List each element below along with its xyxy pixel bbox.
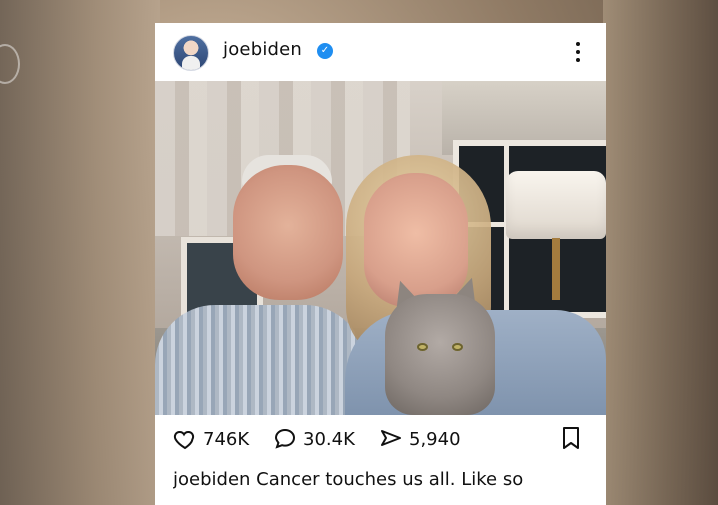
caption-text: Cancer touches us all. Like so [256,469,524,490]
bookmark-icon[interactable] [559,425,583,451]
right-background-panel [603,0,718,505]
comment-icon [274,428,296,449]
avatar[interactable] [173,35,209,71]
comments-count: 30.4K [303,428,355,450]
likes-count: 746K [203,428,250,450]
cat-eyes [417,343,463,355]
post-header: joebiden ✓ [155,23,606,81]
post-caption: joebiden Cancer touches us all. Like so [173,469,593,490]
shares-count: 5,940 [409,428,461,450]
more-vertical-icon[interactable] [575,40,581,64]
man-face [233,165,343,300]
heart-icon [173,430,195,450]
post-photo [155,81,606,415]
man-shirt [155,305,365,415]
lamp-shade [506,171,606,239]
share-button[interactable]: 5,940 [379,427,461,451]
lamp-stand [552,238,560,300]
share-icon [381,430,401,446]
caption-author[interactable]: joebiden [173,469,250,490]
username-link[interactable]: joebiden [223,39,302,60]
like-button[interactable]: 746K [173,427,249,451]
comment-button[interactable]: 30.4K [273,427,355,451]
avatar-shirt [182,56,200,70]
verified-badge-icon: ✓ [317,43,333,59]
post-actions: 746K 30.4K 5,940 [155,415,606,460]
instagram-post-card: joebiden ✓ 746K 30.4K 5,940 joebiden Can… [155,23,606,505]
left-background-panel [0,0,160,505]
